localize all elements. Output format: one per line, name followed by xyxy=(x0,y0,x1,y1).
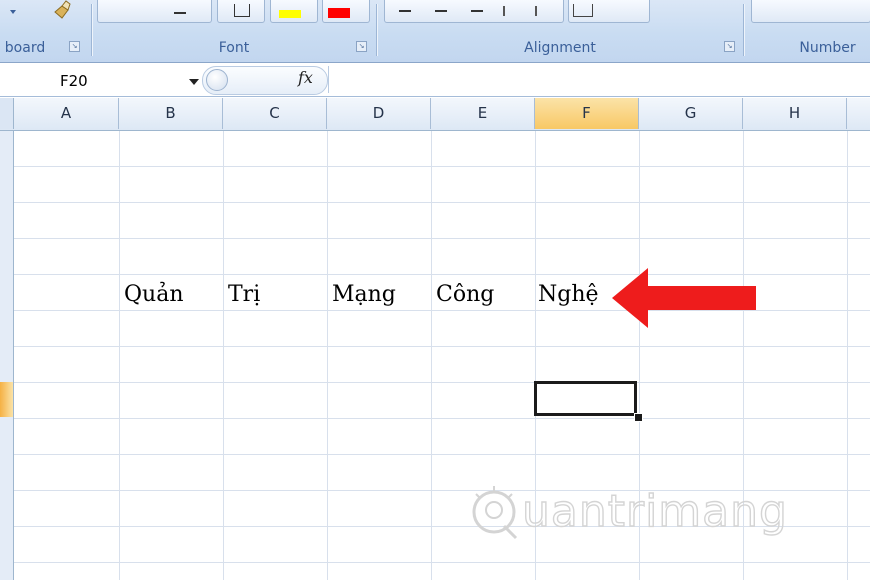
name-box-value: F20 xyxy=(60,72,88,90)
border-icon xyxy=(234,4,250,17)
dropdown-arrow-icon[interactable] xyxy=(10,10,16,14)
column-header-e[interactable]: E xyxy=(431,98,535,129)
active-cell[interactable] xyxy=(534,381,637,416)
column-header-c[interactable]: C xyxy=(223,98,327,129)
font-color-button[interactable] xyxy=(322,0,370,23)
font-group: Font ↘ xyxy=(93,0,375,60)
column-header-g[interactable]: G xyxy=(639,98,743,129)
column-header-f[interactable]: F xyxy=(535,98,639,129)
fill-color-button[interactable] xyxy=(270,0,318,23)
cell-e-text[interactable]: Công xyxy=(436,282,494,307)
merge-icon xyxy=(573,4,593,17)
group-label-number: Number xyxy=(799,40,856,56)
gridline xyxy=(327,131,328,580)
dialog-launcher-icon[interactable]: ↘ xyxy=(69,41,80,52)
font-size-buttons[interactable] xyxy=(97,0,212,23)
name-box-dropdown-icon[interactable] xyxy=(189,79,199,85)
column-header-h[interactable]: H xyxy=(743,98,847,129)
gridline xyxy=(431,131,432,580)
row-headers xyxy=(0,131,14,580)
ribbon: board ↘ Font ↘ Alignment ↘ Number xyxy=(0,0,870,63)
watermark-text: uantrimang xyxy=(521,485,788,537)
format-painter-icon[interactable] xyxy=(52,0,72,20)
watermark: uantrimang xyxy=(466,478,788,548)
column-header-a[interactable]: A xyxy=(14,98,119,129)
dialog-launcher-icon[interactable]: ↘ xyxy=(724,41,735,52)
name-box[interactable]: F20 xyxy=(8,67,199,91)
column-header-d[interactable]: D xyxy=(327,98,431,129)
formula-input[interactable] xyxy=(328,66,870,93)
cell-f-text[interactable]: Nghệ xyxy=(538,282,599,307)
group-divider xyxy=(376,4,377,56)
formula-bar-resize-handle[interactable] xyxy=(206,69,228,91)
watermark-logo-icon xyxy=(472,486,518,540)
gridline xyxy=(223,131,224,580)
number-format-buttons[interactable] xyxy=(751,0,870,23)
group-divider xyxy=(91,4,92,56)
cell-d-text[interactable]: Mạng xyxy=(332,282,396,307)
gridline xyxy=(847,131,848,580)
column-headers: A B C D E F G H xyxy=(0,98,870,131)
group-label-font: Font xyxy=(218,40,250,56)
clipboard-group: board ↘ xyxy=(0,0,90,60)
insert-function-icon[interactable]: fx xyxy=(298,68,313,87)
dialog-launcher-icon[interactable]: ↘ xyxy=(356,41,367,52)
column-header-b[interactable]: B xyxy=(119,98,223,129)
select-all-corner[interactable] xyxy=(0,98,14,129)
group-label-alignment: Alignment xyxy=(524,40,596,56)
cell-b-text[interactable]: Quản xyxy=(124,282,184,307)
fill-color-swatch xyxy=(279,10,301,18)
merge-center-button[interactable] xyxy=(568,0,650,23)
group-divider xyxy=(743,4,744,56)
gridline xyxy=(119,131,120,580)
number-group: Number xyxy=(745,0,870,60)
border-button[interactable] xyxy=(217,0,265,23)
row-header-selected[interactable] xyxy=(0,382,13,417)
cell-c-text[interactable]: Trị xyxy=(228,282,260,307)
formula-bar: F20 fx xyxy=(0,63,870,97)
font-color-swatch xyxy=(328,8,350,18)
alignment-buttons[interactable] xyxy=(384,0,564,23)
red-arrow-icon xyxy=(612,268,756,328)
alignment-group: Alignment ↘ xyxy=(378,0,742,60)
fill-handle[interactable] xyxy=(634,413,643,422)
